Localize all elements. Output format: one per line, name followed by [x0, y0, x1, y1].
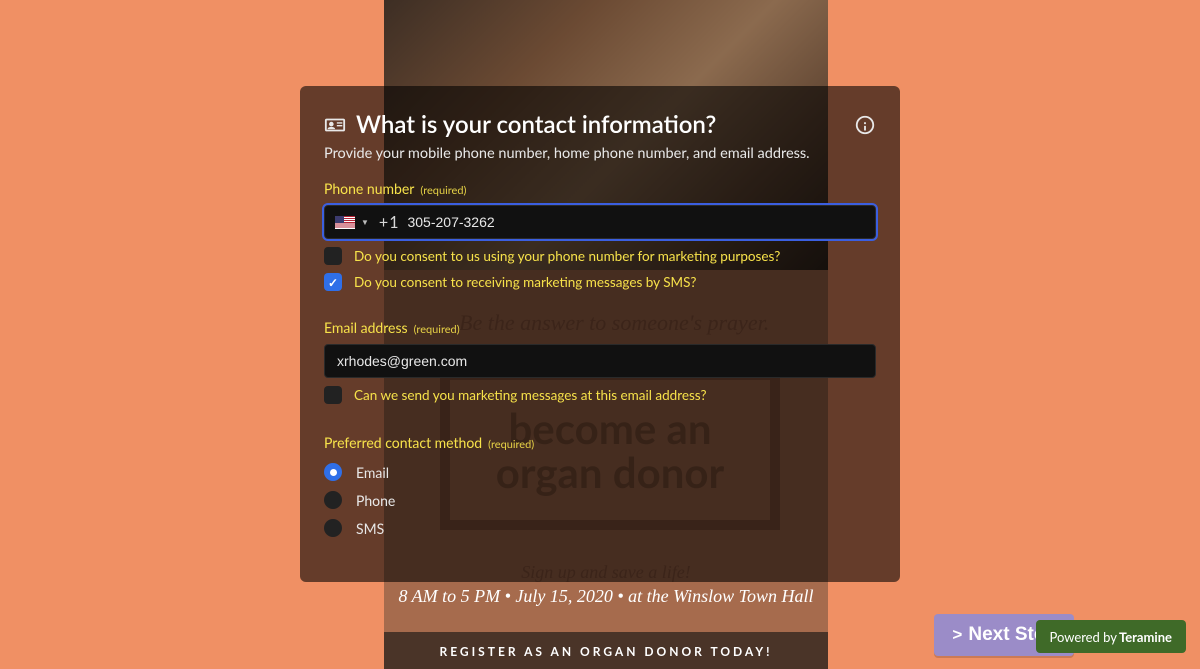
contact-method-label: Preferred contact method(required): [324, 434, 876, 451]
card-subtitle: Provide your mobile phone number, home p…: [324, 145, 876, 162]
radio-sms[interactable]: [324, 519, 342, 537]
phone-marketing-label: Do you consent to us using your phone nu…: [354, 248, 780, 264]
contact-card-icon: [324, 114, 346, 136]
phone-input-wrap[interactable]: ▼ +1: [324, 205, 876, 239]
radio-phone[interactable]: [324, 491, 342, 509]
email-label: Email address(required): [324, 319, 876, 336]
email-input[interactable]: [337, 353, 863, 369]
radio-sms-label: SMS: [356, 520, 384, 537]
phone-label: Phone number(required): [324, 180, 876, 197]
card-title: What is your contact information?: [356, 110, 844, 139]
sms-consent-checkbox[interactable]: [324, 273, 342, 291]
email-marketing-checkbox[interactable]: [324, 386, 342, 404]
register-bar[interactable]: REGISTER AS AN ORGAN DONOR TODAY!: [384, 632, 828, 669]
country-code: +1: [379, 213, 400, 232]
radio-email[interactable]: [324, 463, 342, 481]
us-flag-icon[interactable]: [335, 216, 355, 229]
sms-consent-label: Do you consent to receiving marketing me…: [354, 274, 696, 290]
hero-datetime: 8 AM to 5 PM • July 15, 2020 • at the Wi…: [384, 586, 828, 607]
chevron-down-icon[interactable]: ▼: [361, 217, 369, 227]
powered-by-badge[interactable]: Powered byTeramine: [1036, 620, 1187, 653]
radio-phone-label: Phone: [356, 492, 395, 509]
email-input-wrap[interactable]: [324, 344, 876, 378]
phone-marketing-checkbox[interactable]: [324, 247, 342, 265]
phone-input[interactable]: [407, 214, 865, 230]
info-icon[interactable]: [854, 114, 876, 136]
chevron-right-icon: >: [952, 625, 962, 645]
radio-email-label: Email: [356, 464, 389, 481]
email-marketing-label: Can we send you marketing messages at th…: [354, 387, 707, 403]
contact-info-card: What is your contact information? Provid…: [300, 86, 900, 582]
